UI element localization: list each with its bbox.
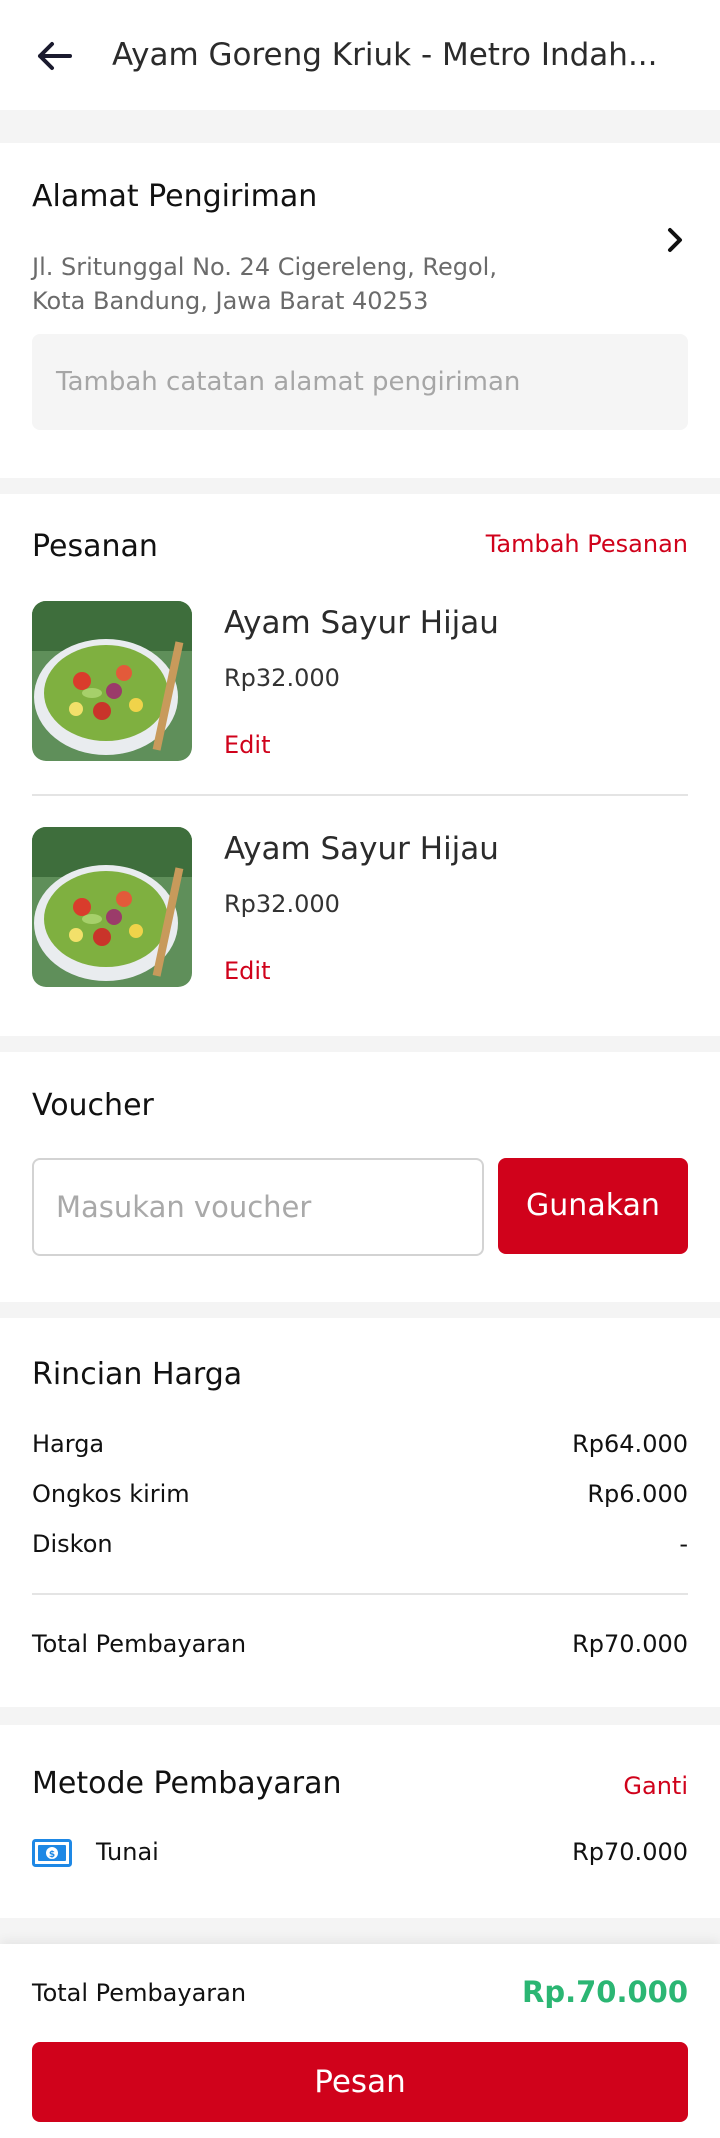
address-note-input[interactable]: Tambah catatan alamat pengiriman xyxy=(32,334,688,430)
payment-method-value: Rp70.000 xyxy=(572,1838,688,1866)
voucher-title: Voucher xyxy=(32,1088,154,1123)
salad-image xyxy=(32,827,192,987)
app-header: Ayam Goreng Kriuk - Metro Indah... xyxy=(0,0,720,110)
price-details-title: Rincian Harga xyxy=(32,1357,243,1392)
voucher-input[interactable]: Masukan voucher xyxy=(32,1158,484,1256)
item-edit-link[interactable]: Edit xyxy=(224,954,270,988)
order-button[interactable]: Pesan xyxy=(32,2042,688,2122)
item-image xyxy=(32,827,192,987)
payment-title: Metode Pembayaran xyxy=(32,1766,342,1801)
price-row-value: Rp64.000 xyxy=(572,1430,688,1458)
voucher-placeholder: Masukan voucher xyxy=(56,1190,312,1224)
address-text[interactable]: Jl. Sritunggal No. 24 Cigereleng, Regol,… xyxy=(32,250,552,318)
address-note-placeholder: Tambah catatan alamat pengiriman xyxy=(56,367,521,397)
price-total-value: Rp70.000 xyxy=(572,1630,688,1658)
change-payment-link[interactable]: Ganti xyxy=(623,1772,688,1800)
item-price: Rp32.000 xyxy=(224,664,340,692)
add-order-link[interactable]: Tambah Pesanan xyxy=(486,527,688,561)
page-title: Ayam Goreng Kriuk - Metro Indah... xyxy=(112,37,658,73)
item-divider xyxy=(32,794,688,796)
apply-voucher-button[interactable]: Gunakan xyxy=(498,1158,688,1254)
orders-title: Pesanan xyxy=(32,529,158,564)
item-price: Rp32.000 xyxy=(224,890,340,918)
chevron-right-icon[interactable] xyxy=(660,225,690,255)
address-title: Alamat Pengiriman xyxy=(32,179,318,214)
address-line-2: Kota Bandung, Jawa Barat 40253 xyxy=(32,287,429,315)
price-row-value: Rp6.000 xyxy=(587,1480,688,1508)
payment-section xyxy=(0,1725,720,1918)
price-divider xyxy=(32,1593,688,1595)
payment-method-label: Tunai xyxy=(96,1838,159,1866)
price-row-label: Diskon xyxy=(32,1530,113,1558)
cash-icon: $ xyxy=(32,1839,72,1867)
price-row-label: Harga xyxy=(32,1430,105,1458)
item-name: Ayam Sayur Hijau xyxy=(224,831,499,867)
price-row-label: Ongkos kirim xyxy=(32,1480,190,1508)
bottom-total-label: Total Pembayaran xyxy=(32,1979,247,2007)
price-row-value: - xyxy=(679,1530,688,1558)
item-name: Ayam Sayur Hijau xyxy=(224,605,499,641)
svg-text:$: $ xyxy=(49,1850,55,1860)
salad-image xyxy=(32,601,192,761)
back-arrow-icon[interactable] xyxy=(34,36,74,76)
price-total-label: Total Pembayaran xyxy=(32,1630,247,1658)
item-edit-link[interactable]: Edit xyxy=(224,728,270,762)
address-line-1: Jl. Sritunggal No. 24 Cigereleng, Regol, xyxy=(32,253,497,281)
bottom-total-value: Rp.70.000 xyxy=(521,1975,688,2009)
item-image xyxy=(32,601,192,761)
